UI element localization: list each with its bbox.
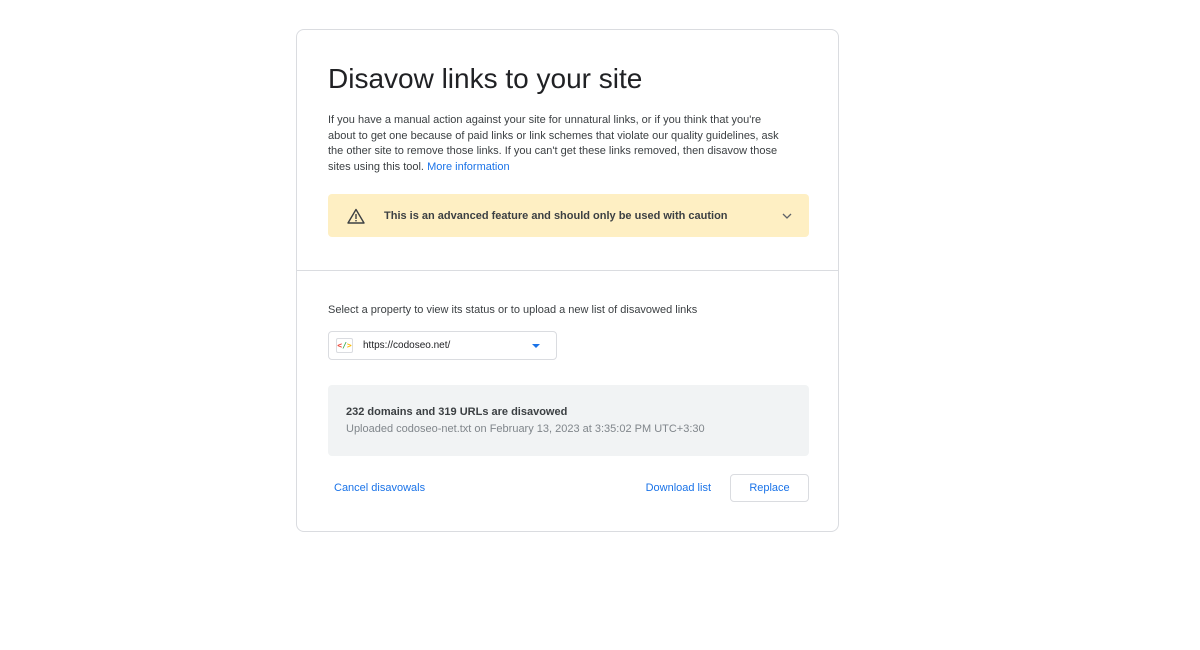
cancel-disavowals-button[interactable]: Cancel disavowals bbox=[334, 482, 425, 494]
replace-button[interactable]: Replace bbox=[730, 474, 809, 502]
disavow-card: Disavow links to your site If you have a… bbox=[296, 29, 839, 532]
description-text: If you have a manual action against your… bbox=[328, 114, 779, 173]
status-summary: 232 domains and 319 URLs are disavowed bbox=[346, 406, 568, 418]
action-bar: Cancel disavowals Download list Replace bbox=[328, 474, 809, 502]
disavow-status-box: 232 domains and 319 URLs are disavowed U… bbox=[328, 385, 809, 456]
property-selected-value: https://codoseo.net/ bbox=[363, 340, 451, 351]
page-title: Disavow links to your site bbox=[328, 63, 643, 94]
property-select-label: Select a property to view its status or … bbox=[328, 304, 698, 316]
caution-text: This is an advanced feature and should o… bbox=[384, 209, 728, 222]
status-uploaded: Uploaded codoseo-net.txt on February 13,… bbox=[346, 423, 705, 435]
description: If you have a manual action against your… bbox=[328, 113, 788, 175]
dropdown-caret-icon bbox=[532, 343, 540, 348]
more-information-link[interactable]: More information bbox=[427, 161, 510, 173]
chevron-down-icon[interactable] bbox=[781, 210, 793, 222]
warning-triangle-icon bbox=[347, 207, 365, 225]
property-dropdown[interactable]: < / > https://codoseo.net/ bbox=[328, 331, 557, 360]
card-header-section: Disavow links to your site If you have a… bbox=[297, 30, 838, 271]
download-list-button[interactable]: Download list bbox=[646, 482, 711, 494]
card-body-section: Select a property to view its status or … bbox=[297, 271, 838, 502]
caution-banner[interactable]: This is an advanced feature and should o… bbox=[328, 194, 809, 237]
code-brackets-icon: < / > bbox=[336, 338, 353, 353]
